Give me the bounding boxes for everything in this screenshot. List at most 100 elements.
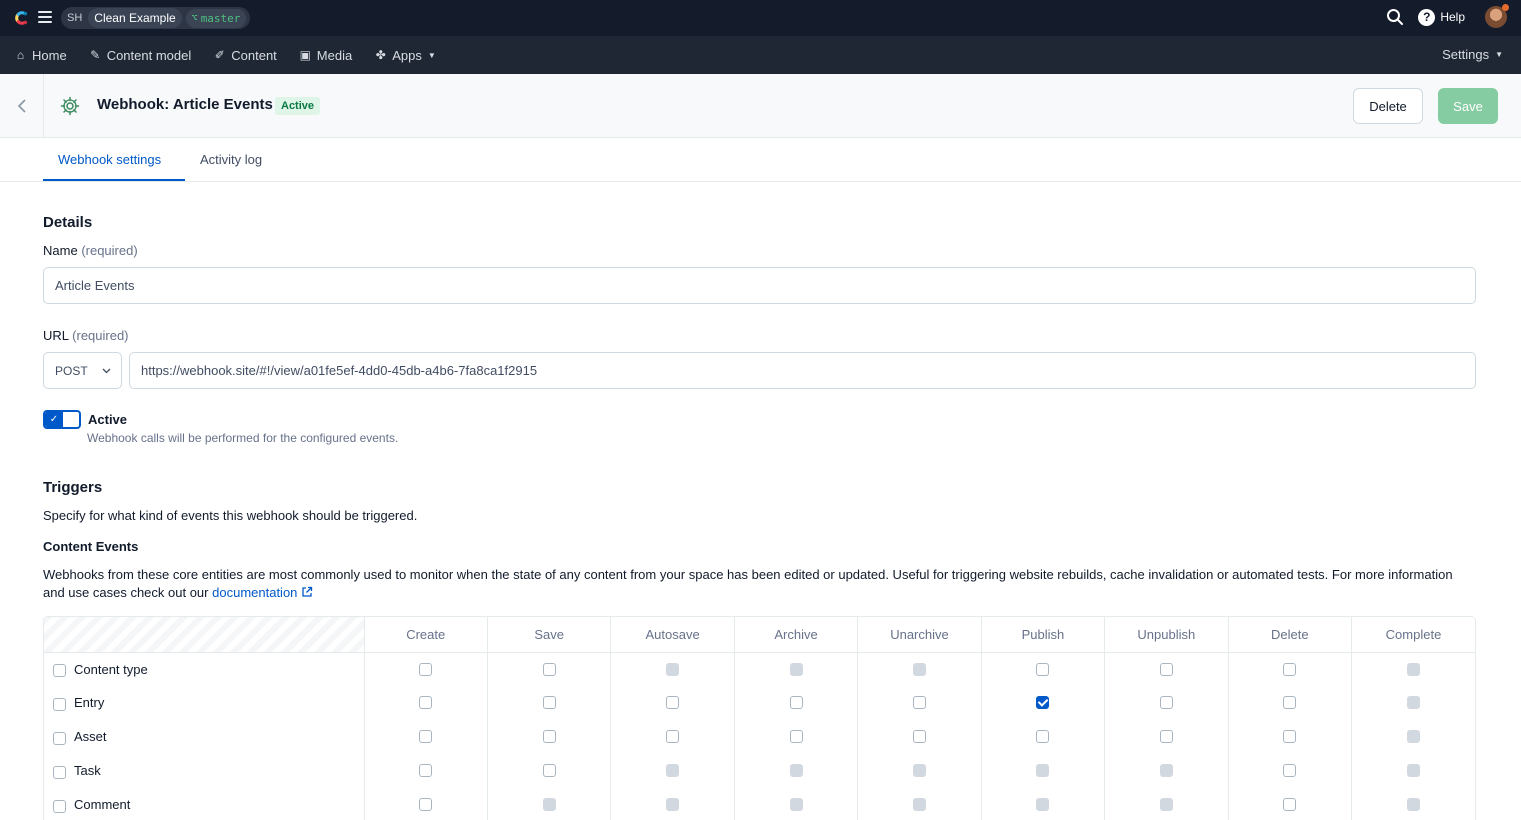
row-label: Comment	[74, 797, 131, 813]
event-checkbox-unarchive[interactable]	[912, 730, 926, 744]
column-header-autosave: Autosave	[610, 617, 735, 653]
nav-item-home[interactable]: ⌂ Home	[14, 48, 67, 63]
contentful-logo[interactable]	[12, 9, 30, 27]
event-checkbox-create[interactable]	[419, 730, 433, 744]
table-cell	[486, 788, 611, 820]
table-cell	[857, 686, 982, 720]
row-label: Task	[74, 763, 101, 779]
table-cell	[980, 652, 1105, 686]
settings-menu[interactable]: Settings ▼	[1442, 47, 1503, 62]
nav-item-apps[interactable]: ✤ Apps ▼	[374, 48, 436, 63]
chevron-down-icon	[102, 368, 111, 374]
table-cell	[1104, 720, 1229, 754]
event-checkbox-create[interactable]	[419, 798, 433, 812]
save-button[interactable]: Save	[1438, 88, 1498, 124]
event-checkbox-archive[interactable]	[789, 696, 803, 710]
select-all-row-checkbox[interactable]	[53, 799, 66, 813]
help-icon: ?	[1418, 8, 1436, 26]
caret-down-icon: ▼	[427, 50, 436, 60]
menu-icon[interactable]	[38, 11, 52, 23]
event-checkbox-complete	[1407, 662, 1420, 676]
back-button[interactable]	[0, 74, 44, 138]
event-checkbox-unpublish[interactable]	[1159, 662, 1173, 676]
space-initials: SH	[67, 12, 83, 24]
event-checkbox-delete[interactable]	[1283, 662, 1297, 676]
delete-button[interactable]: Delete	[1353, 88, 1423, 124]
select-all-row-checkbox[interactable]	[53, 697, 66, 711]
event-checkbox-unarchive[interactable]	[912, 696, 926, 710]
table-row: Entry	[44, 686, 1475, 720]
tab-webhook-settings[interactable]: Webhook settings	[58, 152, 161, 167]
triggers-heading: Triggers	[43, 479, 103, 496]
event-checkbox-autosave[interactable]	[666, 696, 680, 710]
event-checkbox-unarchive	[912, 662, 926, 676]
content-events-description: Webhooks from these core entities are mo…	[43, 566, 1453, 602]
required-hint: (required)	[81, 243, 138, 258]
row-label: Content type	[74, 661, 148, 677]
table-cell	[610, 788, 735, 820]
event-checkbox-archive[interactable]	[789, 730, 803, 744]
environment-name: master	[200, 11, 241, 25]
table-cell	[1104, 686, 1229, 720]
space-switcher[interactable]: SH Clean Example ⌥ master	[61, 7, 251, 29]
table-cell	[1351, 686, 1475, 720]
event-checkbox-create[interactable]	[419, 764, 433, 778]
table-cell	[610, 686, 735, 720]
event-checkbox-save[interactable]	[542, 730, 556, 744]
external-link-icon[interactable]	[301, 586, 313, 598]
event-checkbox-publish[interactable]	[1036, 730, 1050, 744]
event-checkbox-autosave[interactable]	[666, 730, 680, 744]
select-all-row-checkbox[interactable]	[53, 765, 66, 779]
search-icon[interactable]	[1386, 8, 1404, 26]
event-checkbox-publish[interactable]	[1036, 662, 1050, 676]
event-checkbox-save[interactable]	[542, 764, 556, 778]
name-input[interactable]: Article Events	[43, 267, 1476, 304]
nav-label: Home	[32, 47, 67, 63]
active-help-text: Webhook calls will be performed for the …	[87, 431, 399, 445]
event-checkbox-autosave	[666, 764, 680, 778]
event-checkbox-delete[interactable]	[1283, 798, 1297, 812]
event-checkbox-delete[interactable]	[1283, 730, 1297, 744]
event-checkbox-publish[interactable]	[1036, 696, 1050, 710]
gear-icon	[60, 96, 80, 116]
nav-item-content-model[interactable]: ✎ Content model	[89, 48, 191, 63]
event-checkbox-save[interactable]	[542, 696, 556, 710]
event-checkbox-delete[interactable]	[1283, 696, 1297, 710]
event-checkbox-create[interactable]	[419, 662, 433, 676]
event-checkbox-unpublish[interactable]	[1159, 696, 1173, 710]
table-cell	[1227, 686, 1352, 720]
row-label: Asset	[74, 729, 107, 745]
details-heading: Details	[43, 214, 93, 231]
nav-item-media[interactable]: ▣ Media	[299, 47, 353, 63]
active-toggle[interactable]: ✓	[43, 410, 81, 429]
environment-badge: ⌥ master	[185, 8, 247, 28]
table-cell	[1104, 754, 1229, 788]
table-cell	[363, 720, 488, 754]
event-checkbox-unarchive	[912, 798, 926, 812]
event-checkbox-complete	[1407, 696, 1420, 710]
nav-label: Media	[316, 47, 353, 63]
home-icon: ⌂	[16, 48, 25, 62]
event-checkbox-create[interactable]	[419, 696, 433, 710]
table-cell	[610, 754, 735, 788]
event-checkbox-unpublish[interactable]	[1159, 730, 1173, 744]
url-input[interactable]: https://webhook.site/#!/view/a01fe5ef-4d…	[129, 352, 1476, 389]
documentation-link[interactable]: documentation	[212, 585, 297, 600]
avatar[interactable]	[1485, 4, 1509, 28]
event-checkbox-delete[interactable]	[1283, 764, 1297, 778]
tab-activity-log[interactable]: Activity log	[200, 152, 262, 167]
url-label: URL (required)	[43, 328, 129, 343]
table-cell	[486, 686, 611, 720]
event-checkbox-autosave	[666, 798, 680, 812]
select-all-row-checkbox[interactable]	[53, 663, 66, 677]
event-checkbox-save[interactable]	[542, 662, 556, 676]
select-all-row-checkbox[interactable]	[53, 731, 66, 745]
check-icon: ✓	[45, 412, 63, 427]
column-header-create: Create	[363, 617, 488, 653]
event-checkbox-publish	[1036, 764, 1050, 778]
table-row: Comment	[44, 788, 1475, 820]
nav-item-content[interactable]: ✐ Content	[213, 48, 277, 63]
http-method-select[interactable]: POST	[43, 352, 122, 389]
active-label: Active	[88, 412, 128, 427]
help-menu[interactable]: ? Help	[1418, 8, 1465, 26]
